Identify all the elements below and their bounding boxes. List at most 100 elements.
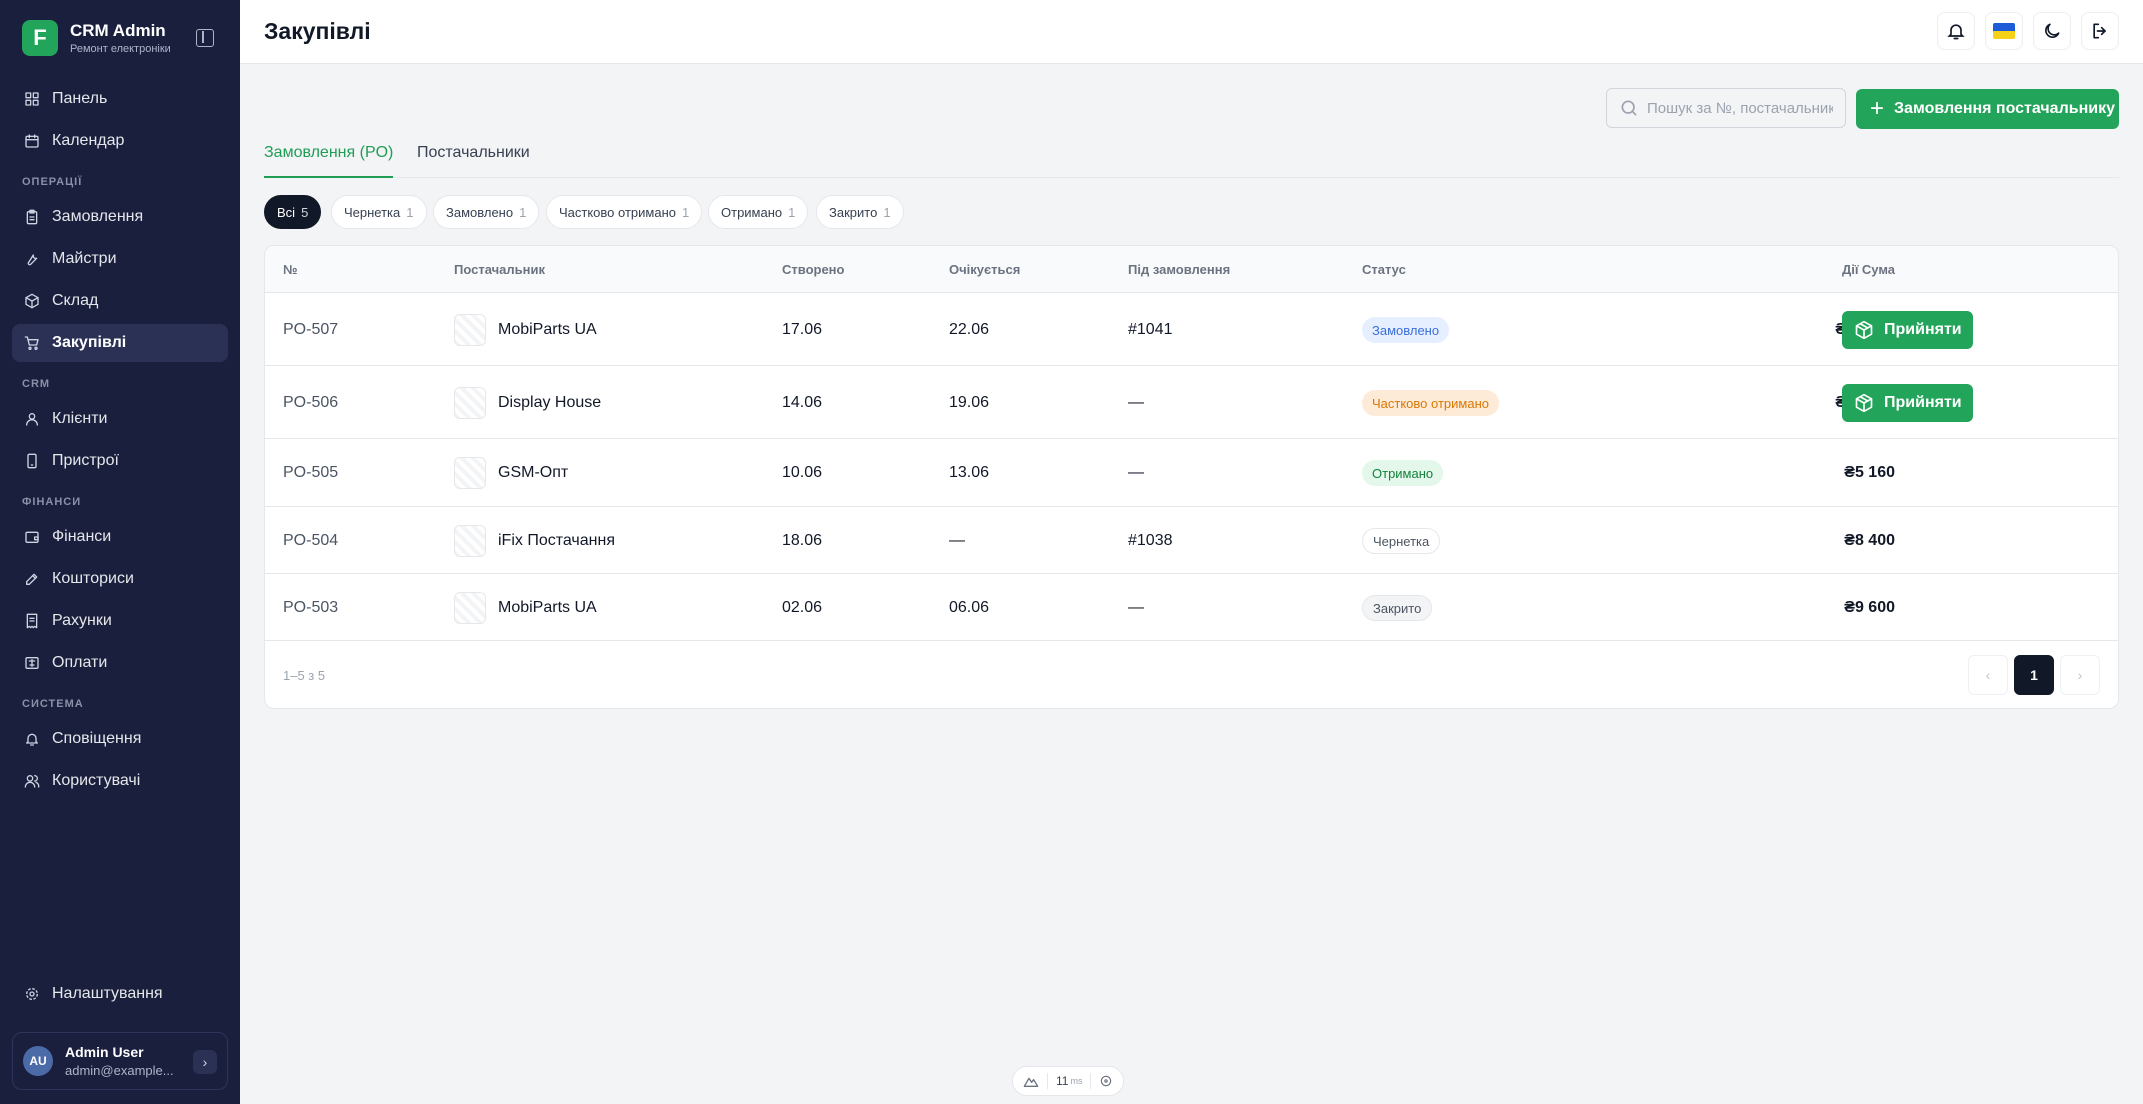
column-header-created[interactable]: Створено — [782, 262, 844, 277]
top-header: Закупівлі — [240, 0, 2143, 64]
column-header-number[interactable]: № — [283, 262, 298, 277]
sidebar-collapse-icon[interactable] — [196, 29, 214, 47]
sidebar-item-edit[interactable]: Кошториси — [12, 560, 228, 598]
filter-count: 5 — [301, 204, 309, 220]
table-row[interactable]: PO-506 Display House 14.06 19.06 — Частково о… — [265, 366, 2118, 439]
expected-date: 13.06 — [949, 464, 990, 481]
sidebar-item-cart[interactable]: Закупівлі — [12, 324, 228, 362]
supplier-name[interactable]: Display House — [498, 394, 601, 412]
linked-order: — — [1128, 599, 1144, 616]
pagination-prev-button[interactable]: ‹ — [1968, 655, 2008, 695]
theme-toggle-button[interactable] — [2033, 12, 2071, 50]
receipt-icon — [24, 613, 40, 629]
order-sum: ₴8 400 — [1844, 532, 1895, 549]
sidebar-item-receipt[interactable]: Рахунки — [12, 602, 228, 640]
sidebar-item-settings[interactable]: Налаштування — [12, 975, 228, 1013]
table-row[interactable]: PO-505 GSM-Опт 10.06 13.06 — Отримано ₴5 160 — [265, 439, 2118, 507]
po-number[interactable]: PO-507 — [283, 321, 338, 339]
user-card[interactable]: AU Admin User admin@example... › — [12, 1032, 228, 1090]
pagination-next-button[interactable]: › — [2060, 655, 2100, 695]
filter-chip[interactable]: Закрито 1 — [816, 195, 904, 229]
accept-button[interactable]: Прийняти — [1842, 384, 1973, 422]
pagination-page-1[interactable]: 1 — [2014, 655, 2054, 695]
package-icon — [1855, 320, 1873, 340]
sidebar-item-label: Майстри — [52, 250, 117, 267]
tab-suppliers[interactable]: Постачальники — [417, 144, 530, 178]
linked-order[interactable]: #1041 — [1128, 321, 1173, 339]
supplier-name[interactable]: MobiParts UA — [498, 321, 597, 339]
brand-title: CRM Admin — [70, 21, 166, 40]
filter-chip[interactable]: Замовлено 1 — [433, 195, 540, 229]
supplier-name[interactable]: iFix Постачання — [498, 532, 615, 550]
sidebar-item-label: Сповіщення — [52, 730, 142, 747]
po-number[interactable]: PO-504 — [283, 532, 338, 550]
filter-chip[interactable]: Частково отримано 1 — [546, 195, 703, 229]
sidebar-item-wrench[interactable]: Майстри — [12, 240, 228, 278]
status-badge: Отримано — [1362, 460, 1444, 486]
sidebar-item-clipboard[interactable]: Замовлення — [12, 198, 228, 236]
brand[interactable]: F CRM Admin Ремонт електроніки — [22, 20, 171, 56]
filter-count: 1 — [788, 204, 796, 220]
status-badge: Закрито — [1362, 595, 1433, 621]
accept-button[interactable]: Прийняти — [1842, 311, 1973, 349]
gear-icon — [24, 986, 40, 1002]
sidebar-item-label: Клієнти — [52, 410, 108, 427]
table-row[interactable]: PO-504 iFix Постачання 18.06 — #1038 Чернетка… — [265, 507, 2118, 574]
created-date: 17.06 — [782, 321, 823, 338]
supplier-name[interactable]: GSM-Опт — [498, 464, 568, 482]
calendar-icon — [24, 133, 40, 149]
sidebar-item-grid[interactable]: Панель — [12, 80, 228, 118]
ukraine-flag-icon — [1993, 23, 2015, 39]
column-header-supplier[interactable]: Постачальник — [454, 262, 545, 277]
search-input[interactable] — [1647, 99, 1833, 117]
sidebar-item-bell[interactable]: Сповіщення — [12, 720, 228, 758]
filter-chip[interactable]: Всі 5 — [264, 195, 322, 229]
po-number[interactable]: PO-505 — [283, 464, 338, 482]
perf-value: 11 — [1056, 1074, 1069, 1088]
chevron-right-icon[interactable]: › — [193, 1050, 217, 1074]
filter-chip[interactable]: Чернетка 1 — [331, 195, 427, 229]
status-badge: Замовлено — [1362, 317, 1450, 343]
sidebar-item-box[interactable]: Склад — [12, 282, 228, 320]
search-box[interactable] — [1606, 88, 1846, 128]
table-row[interactable]: PO-507 MobiParts UA 17.06 22.06 #1041 Замовле… — [265, 293, 2118, 366]
sidebar: F CRM Admin Ремонт електроніки Панель Кал… — [0, 0, 240, 1104]
notifications-button[interactable] — [1937, 12, 1975, 50]
sidebar-item-phone[interactable]: Пристрої — [12, 442, 228, 480]
supplier-thumbnail — [454, 457, 486, 489]
logout-button[interactable] — [2081, 12, 2119, 50]
filter-chip[interactable]: Отримано 1 — [708, 195, 809, 229]
sidebar-item-label: Користувачі — [52, 772, 141, 789]
supplier-thumbnail — [454, 525, 486, 557]
table-row[interactable]: PO-503 MobiParts UA 02.06 06.06 — Закрито ₴9 6… — [265, 574, 2118, 641]
brand-subtitle: Ремонт електроніки — [70, 43, 171, 55]
filter-count: 1 — [519, 204, 527, 220]
column-header-status[interactable]: Статус — [1362, 262, 1406, 277]
column-header-order[interactable]: Під замовлення — [1128, 262, 1230, 277]
filter-label: Частково отримано — [559, 204, 676, 220]
sidebar-item-calendar[interactable]: Календар — [12, 122, 228, 160]
po-number[interactable]: PO-506 — [283, 394, 338, 412]
linked-order[interactable]: #1038 — [1128, 532, 1173, 550]
supplier-name[interactable]: MobiParts UA — [498, 599, 597, 617]
pagination-range: 1–5 з 5 — [283, 668, 326, 683]
sidebar-item-users[interactable]: Користувачі — [12, 762, 228, 800]
logout-icon — [2093, 23, 2106, 39]
language-button[interactable] — [1985, 12, 2023, 50]
perf-indicator[interactable]: 11 ms — [1012, 1066, 1125, 1096]
po-number[interactable]: PO-503 — [283, 599, 338, 617]
supplier-thumbnail — [454, 592, 486, 624]
add-purchase-order-button[interactable]: + Замовлення постачальнику — [1856, 89, 2119, 129]
sidebar-item-label: Календар — [52, 132, 125, 149]
sidebar-item-user[interactable]: Клієнти — [12, 400, 228, 438]
column-header-expected[interactable]: Очікується — [949, 262, 1020, 277]
moon-icon — [2045, 23, 2060, 38]
brand-logo: F — [22, 20, 58, 56]
column-header-sum[interactable]: Сума — [1775, 262, 1895, 277]
filter-label: Отримано — [721, 204, 783, 220]
user-icon — [24, 411, 40, 427]
sidebar-item-card[interactable]: Оплати — [12, 644, 228, 682]
phone-icon — [24, 453, 40, 469]
tab-purchase-orders[interactable]: Замовлення (PO) — [264, 144, 394, 178]
sidebar-item-wallet[interactable]: Фінанси — [12, 518, 228, 556]
